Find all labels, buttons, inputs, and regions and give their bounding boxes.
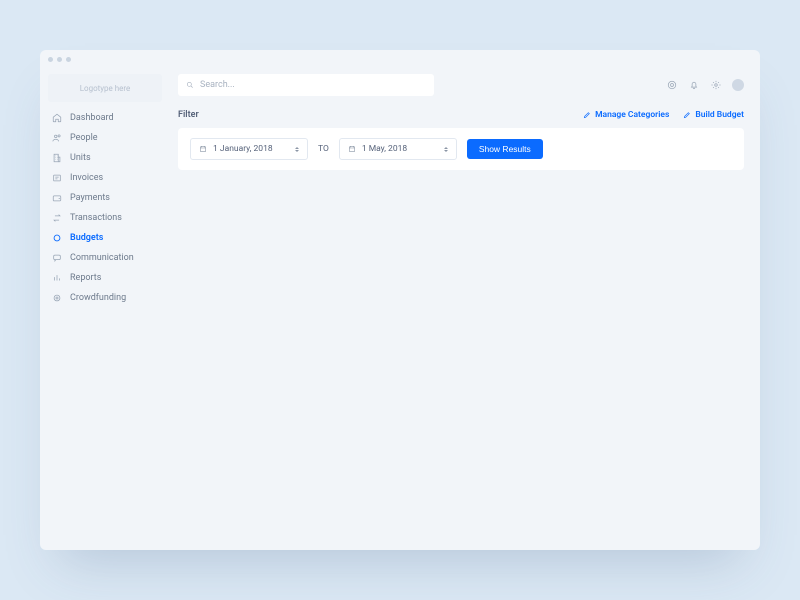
stepper-icon <box>444 145 448 154</box>
build-budget-link[interactable]: Build Budget <box>683 110 744 120</box>
help-icon <box>667 80 677 90</box>
sidebar-item-reports[interactable]: Reports <box>40 268 170 288</box>
sidebar-item-label: Transactions <box>70 213 122 223</box>
section-header: Filter Manage Categories Build Budget <box>178 110 744 120</box>
show-results-button[interactable]: Show Results <box>467 139 543 159</box>
traffic-light-max[interactable] <box>66 57 71 62</box>
sidebar-item-label: Invoices <box>70 173 103 183</box>
building-icon <box>52 153 62 163</box>
sidebar-item-budgets[interactable]: Budgets <box>40 228 170 248</box>
sidebar-item-communication[interactable]: Communication <box>40 248 170 268</box>
window-titlebar <box>40 50 760 68</box>
action-label: Build Budget <box>695 110 744 120</box>
date-separator: TO <box>318 144 329 154</box>
action-label: Manage Categories <box>595 110 669 120</box>
traffic-light-min[interactable] <box>57 57 62 62</box>
sidebar-item-label: Budgets <box>70 233 103 243</box>
invoice-icon <box>52 173 62 183</box>
calendar-icon <box>348 145 356 153</box>
sidebar-item-invoices[interactable]: Invoices <box>40 168 170 188</box>
section-title: Filter <box>178 110 199 120</box>
sidebar-item-units[interactable]: Units <box>40 148 170 168</box>
wallet-icon <box>52 193 62 203</box>
sidebar-item-label: Units <box>70 153 91 163</box>
avatar[interactable] <box>732 79 744 91</box>
content-area: Search... Filter Manage Categories <box>170 68 760 550</box>
sidebar-item-label: Reports <box>70 273 101 283</box>
date-from-picker[interactable]: 1 January, 2018 <box>190 138 308 160</box>
sidebar-item-label: People <box>70 133 98 143</box>
sidebar-item-transactions[interactable]: Transactions <box>40 208 170 228</box>
chart-icon <box>52 273 62 283</box>
sidebar-nav: Dashboard People Units Invoices Payments <box>40 108 170 308</box>
target-icon <box>52 293 62 303</box>
transfer-icon <box>52 213 62 223</box>
notifications-button[interactable] <box>688 79 700 91</box>
sidebar-item-label: Dashboard <box>70 113 114 123</box>
stepper-icon <box>295 145 299 154</box>
date-from-value: 1 January, 2018 <box>213 144 289 154</box>
manage-categories-link[interactable]: Manage Categories <box>583 110 669 120</box>
budget-icon <box>52 233 62 243</box>
chat-icon <box>52 253 62 263</box>
topbar: Search... <box>178 74 744 96</box>
sidebar-item-label: Payments <box>70 193 110 203</box>
traffic-light-close[interactable] <box>48 57 53 62</box>
logo: Logotype here <box>48 74 162 102</box>
date-to-picker[interactable]: 1 May, 2018 <box>339 138 457 160</box>
app-window: Logotype here Dashboard People Units Inv… <box>40 50 760 550</box>
settings-button[interactable] <box>710 79 722 91</box>
people-icon <box>52 133 62 143</box>
topbar-actions <box>666 79 744 91</box>
sidebar-item-label: Communication <box>70 253 134 263</box>
sidebar-item-payments[interactable]: Payments <box>40 188 170 208</box>
bell-icon <box>689 80 699 90</box>
home-icon <box>52 113 62 123</box>
search-icon <box>186 81 194 89</box>
gear-icon <box>711 80 721 90</box>
sidebar-item-dashboard[interactable]: Dashboard <box>40 108 170 128</box>
pencil-icon <box>583 111 591 119</box>
main-area: Logotype here Dashboard People Units Inv… <box>40 68 760 550</box>
sidebar-item-label: Crowdfunding <box>70 293 126 303</box>
sidebar-item-crowdfunding[interactable]: Crowdfunding <box>40 288 170 308</box>
date-to-value: 1 May, 2018 <box>362 144 438 154</box>
search-placeholder: Search... <box>200 80 235 90</box>
sidebar-item-people[interactable]: People <box>40 128 170 148</box>
help-button[interactable] <box>666 79 678 91</box>
pencil-icon <box>683 111 691 119</box>
search-input[interactable]: Search... <box>178 74 434 96</box>
sidebar: Logotype here Dashboard People Units Inv… <box>40 68 170 550</box>
filter-panel: 1 January, 2018 TO 1 May, 2018 Show Resu… <box>178 128 744 170</box>
calendar-icon <box>199 145 207 153</box>
